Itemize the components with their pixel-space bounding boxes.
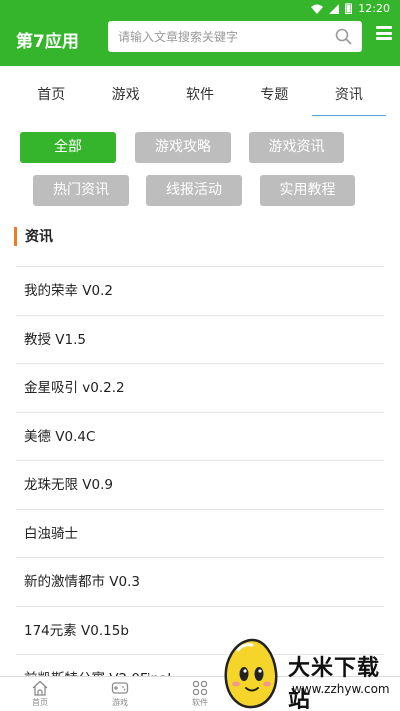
section-header: 资讯 [14, 226, 53, 246]
section-title: 资讯 [25, 229, 53, 245]
bottom-nav-label: 首页 [32, 698, 48, 707]
search-icon[interactable] [335, 28, 352, 45]
article-item[interactable]: 美德 V0.4C [16, 411, 384, 461]
tab-home[interactable]: 首页 [14, 80, 88, 116]
watermark: 大米下载站 www.zzhyw.com [212, 636, 400, 711]
article-item[interactable]: 教授 V1.5 [16, 314, 384, 364]
article-item[interactable]: 龙珠无限 V0.9 [16, 460, 384, 509]
gamepad-icon [111, 682, 129, 694]
filter-tutorials-button[interactable]: 实用教程 [260, 175, 355, 206]
app-title: 第7应用 [16, 32, 79, 52]
search-box[interactable] [108, 21, 362, 52]
status-time: 12:20 [358, 2, 390, 15]
bottom-nav-games[interactable]: 游戏 [90, 679, 150, 708]
filter-hot-news-button[interactable]: 热门资讯 [33, 175, 129, 206]
filter-all-button[interactable]: 全部 [20, 132, 116, 163]
bottom-nav-home[interactable]: 首页 [10, 679, 70, 708]
watermark-url: www.zzhyw.com [292, 682, 390, 696]
tab-news[interactable]: 资讯 [311, 80, 387, 116]
tab-software[interactable]: 软件 [163, 80, 237, 116]
filter-game-news-button[interactable]: 游戏资讯 [249, 132, 344, 163]
watermark-brand: 大米下载站 [288, 656, 381, 711]
tab-topics[interactable]: 专题 [237, 80, 311, 116]
filter-game-guides-button[interactable]: 游戏攻略 [135, 132, 231, 163]
status-bar: 12:20 [0, 0, 400, 18]
article-item[interactable]: 白浊骑士 [16, 508, 384, 558]
wifi-icon [311, 4, 324, 14]
menu-icon[interactable] [376, 26, 392, 40]
status-icons: 12:20 [311, 2, 390, 15]
nav-tabs: 首页 游戏 软件 专题 资讯 [14, 80, 387, 116]
battery-icon [345, 3, 353, 14]
filter-deals-button[interactable]: 线报活动 [146, 175, 242, 206]
apps-icon [192, 680, 208, 696]
search-input[interactable] [108, 21, 330, 52]
rice-mascot-logo [224, 638, 278, 709]
article-item[interactable]: 新的激情都市 V0.3 [16, 557, 384, 606]
article-item[interactable]: 金星吸引 v0.2.2 [16, 363, 384, 412]
article-item[interactable]: 我的荣幸 V0.2 [16, 266, 384, 315]
bottom-nav-label: 游戏 [112, 698, 128, 707]
signal-icon [329, 3, 340, 14]
app-bar: 第7应用 [0, 18, 400, 66]
tab-games[interactable]: 游戏 [88, 80, 162, 116]
home-icon [32, 680, 48, 696]
section-accent-bar [14, 226, 17, 246]
